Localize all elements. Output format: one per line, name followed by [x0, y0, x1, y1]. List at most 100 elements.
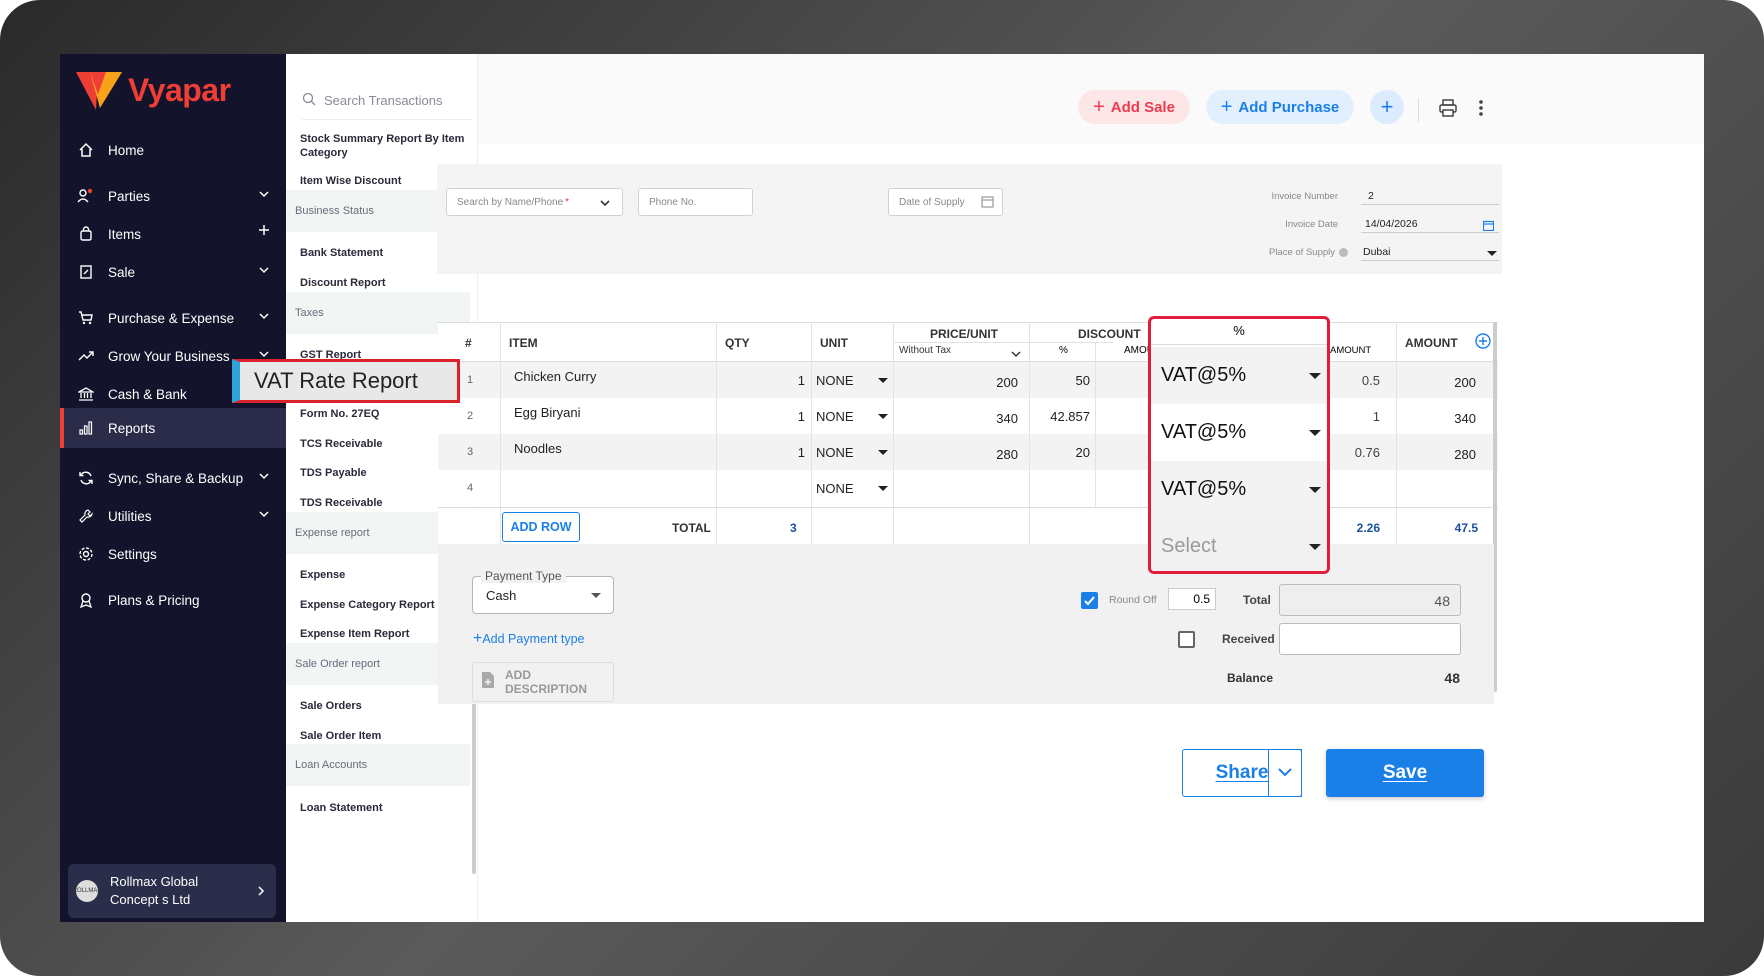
item-disc-pct[interactable]: 42.857 — [1042, 409, 1090, 424]
gear-icon — [76, 544, 96, 564]
caret-down-icon[interactable] — [878, 486, 888, 491]
item-price[interactable]: 200 — [978, 375, 1018, 390]
report-sale-order-item[interactable]: Sale Order Item — [300, 729, 470, 743]
caret-down-icon[interactable] — [878, 450, 888, 455]
caret-down-icon — [591, 593, 601, 598]
sidebar-item-reports[interactable]: Reports — [60, 408, 286, 448]
sidebar-item-settings[interactable]: Settings — [60, 534, 286, 574]
item-qty[interactable]: 1 — [793, 373, 805, 388]
share-options-button[interactable] — [1268, 749, 1302, 797]
sidebar-item-home[interactable]: Home — [60, 130, 286, 170]
table-row[interactable]: 4 NONE — [438, 470, 1498, 506]
col-unit: UNIT — [820, 336, 848, 350]
date-of-supply-field[interactable]: Date of Supply — [888, 188, 1003, 216]
item-amount[interactable]: 200 — [1428, 375, 1476, 390]
table-total-row: ADD ROW TOTAL 3 2.26 47.5 — [438, 507, 1498, 544]
item-disc-pct[interactable]: 20 — [1048, 445, 1090, 460]
plus-icon[interactable] — [258, 224, 270, 239]
calendar-icon[interactable] — [1482, 218, 1495, 236]
sidebar-item-sale[interactable]: Sale — [60, 252, 286, 292]
sidebar-item-items[interactable]: Items — [60, 214, 286, 254]
col-price: PRICE/UNIT — [930, 327, 999, 341]
add-sale-button[interactable]: + Add Sale — [1078, 90, 1190, 124]
report-stock-summary-category[interactable]: Stock Summary Report By Item Category — [300, 132, 470, 160]
more-vertical-icon[interactable] — [1478, 98, 1484, 123]
round-off-label: Round Off — [1109, 594, 1157, 606]
col-num: # — [465, 336, 472, 350]
party-search-field[interactable]: Search by Name/Phone * — [446, 188, 623, 216]
search-transactions[interactable]: Search Transactions — [302, 82, 472, 120]
report-loan-statement[interactable]: Loan Statement — [300, 801, 470, 815]
balance-label: Balance — [1227, 671, 1274, 685]
round-off-checkbox[interactable] — [1081, 592, 1098, 609]
company-switcher[interactable]: ROLLMAX Rollmax Global Concept s Ltd — [68, 864, 276, 918]
sidebar: Vyapar Home Parties Items Sale Purchase … — [60, 54, 286, 922]
row-num: 3 — [467, 446, 474, 458]
vat-rate-report-callout[interactable]: VAT Rate Report — [232, 359, 460, 403]
save-button[interactable]: Save — [1326, 749, 1484, 797]
item-price[interactable]: 280 — [978, 447, 1018, 462]
caret-down-icon — [1309, 487, 1321, 493]
item-qty[interactable]: 1 — [793, 409, 805, 424]
table-row[interactable]: 1 Chicken Curry 1 NONE 200 50 0.5 200 — [438, 362, 1498, 398]
item-amount[interactable]: 280 — [1428, 447, 1476, 462]
invoice-date-value[interactable]: 14/04/2026 — [1365, 218, 1418, 230]
table-row[interactable]: 2 Egg Biryani 1 NONE 340 42.857 1 340 — [438, 398, 1498, 434]
vat-select-row-1[interactable]: VAT@5% — [1151, 347, 1327, 404]
add-payment-label: Add Payment type — [482, 632, 585, 646]
info-icon[interactable] — [1339, 248, 1348, 257]
add-payment-type-link[interactable]: +Add Payment type — [473, 630, 585, 648]
item-name[interactable]: Egg Biryani — [514, 405, 580, 420]
item-amount[interactable]: 340 — [1428, 411, 1476, 426]
add-description-button[interactable]: ADD DESCRIPTION — [472, 662, 614, 702]
item-qty[interactable]: 1 — [793, 445, 805, 460]
section-loan-accounts: Loan Accounts — [286, 744, 470, 786]
table-row[interactable]: 3 Noodles 1 NONE 280 20 0.76 280 — [438, 434, 1498, 470]
caret-down-icon[interactable] — [878, 378, 888, 383]
sidebar-item-sync-share-backup[interactable]: Sync, Share & Backup — [60, 458, 286, 498]
item-name[interactable]: Chicken Curry — [514, 369, 596, 384]
caret-down-icon[interactable] — [878, 414, 888, 419]
chevron-down-icon[interactable] — [1011, 345, 1021, 363]
invoice-number-value[interactable]: 2 — [1368, 190, 1374, 202]
sync-icon — [76, 468, 96, 488]
sidebar-item-purchase-expense[interactable]: Purchase & Expense — [60, 298, 286, 338]
sidebar-item-plans-pricing[interactable]: Plans & Pricing — [60, 580, 286, 620]
sidebar-item-label: Items — [108, 226, 142, 242]
item-unit[interactable]: NONE — [816, 373, 854, 388]
received-input[interactable] — [1279, 623, 1461, 655]
col-item: ITEM — [509, 336, 538, 350]
phone-field[interactable]: Phone No. — [638, 188, 753, 216]
caret-down-icon[interactable] — [1487, 251, 1497, 256]
divider — [500, 322, 501, 544]
col-amount: AMOUNT — [1405, 336, 1458, 350]
sidebar-item-label: Utilities — [108, 508, 152, 524]
add-column-icon[interactable] — [1475, 333, 1491, 354]
vat-select-row-2[interactable]: VAT@5% — [1151, 404, 1327, 461]
divider — [1095, 342, 1096, 507]
place-of-supply-value[interactable]: Dubai — [1363, 246, 1390, 258]
sidebar-item-utilities[interactable]: Utilities — [60, 496, 286, 536]
payment-type-select[interactable]: Payment Type Cash — [472, 569, 614, 614]
chevron-right-icon — [256, 884, 266, 902]
item-name[interactable]: Noodles — [514, 441, 562, 456]
vat-select-row-3[interactable]: VAT@5% — [1151, 461, 1327, 518]
logo: Vyapar — [76, 68, 231, 112]
item-unit[interactable]: NONE — [816, 409, 854, 424]
print-icon[interactable] — [1438, 98, 1458, 123]
price-tax-mode[interactable]: Without Tax — [899, 345, 951, 356]
add-more-button[interactable]: + — [1370, 90, 1404, 124]
vat-select-row-4[interactable]: Select — [1151, 518, 1327, 571]
item-unit[interactable]: NONE — [816, 481, 854, 496]
add-purchase-button[interactable]: + Add Purchase — [1206, 90, 1354, 124]
divider — [1418, 98, 1419, 122]
chevron-down-icon — [258, 188, 270, 203]
item-unit[interactable]: NONE — [816, 445, 854, 460]
item-disc-pct[interactable]: 50 — [1048, 373, 1090, 388]
received-checkbox[interactable] — [1178, 631, 1195, 648]
add-row-button[interactable]: ADD ROW — [502, 512, 580, 542]
report-discount[interactable]: Discount Report — [300, 276, 470, 290]
item-price[interactable]: 340 — [978, 411, 1018, 426]
sidebar-item-parties[interactable]: Parties — [60, 176, 286, 216]
round-off-input[interactable]: 0.5 — [1168, 588, 1216, 610]
